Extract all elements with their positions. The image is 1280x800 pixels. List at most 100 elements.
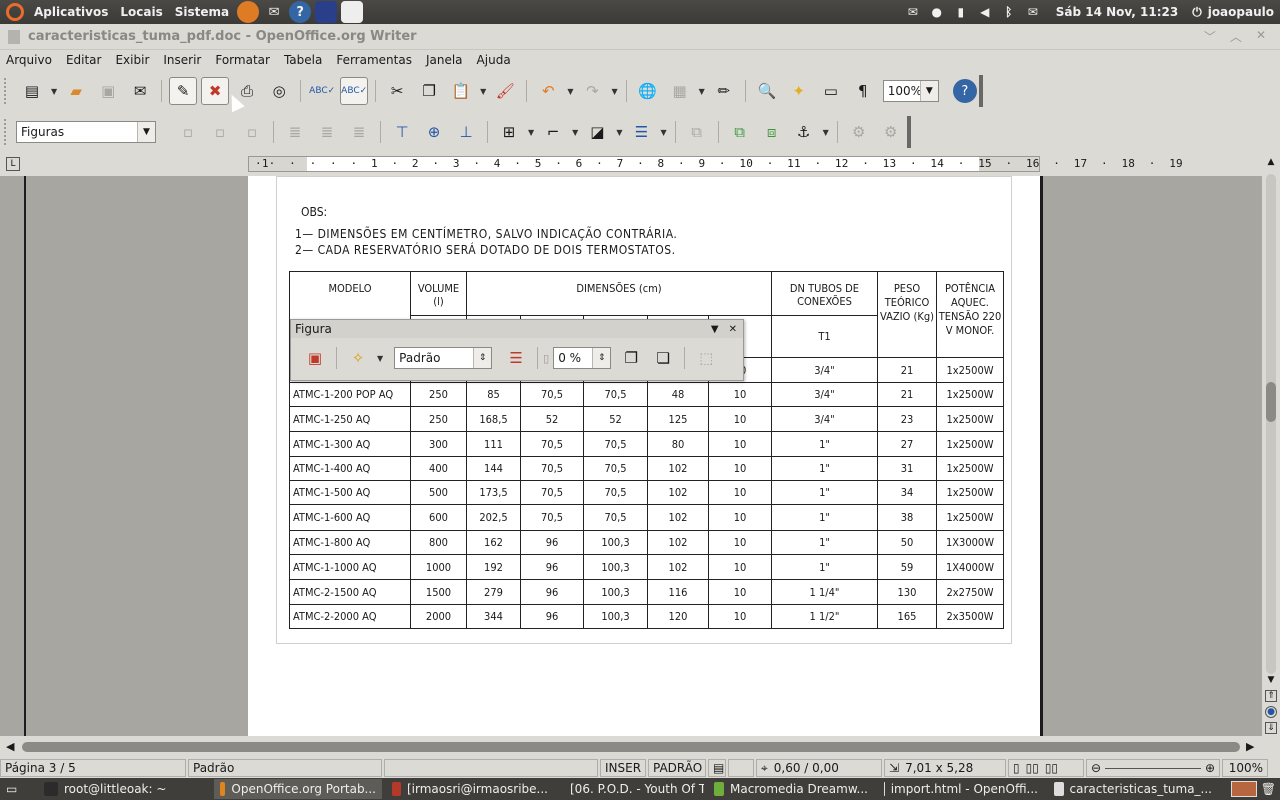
format-paintbrush-icon[interactable]: 🖌 bbox=[491, 77, 519, 105]
send-to-back-icon[interactable]: ⧈ bbox=[758, 118, 786, 146]
vertical-scrollbar[interactable]: ▲ ▼ ⇑ ● ⇓ bbox=[1262, 154, 1280, 736]
document-area[interactable]: OBS: 1— DIMENSÕES EM CENTÍMETRO, SALVO I… bbox=[0, 176, 1262, 736]
close-icon[interactable]: ✕ bbox=[1256, 28, 1266, 45]
status-selection-mode[interactable]: PADRÃO bbox=[648, 759, 706, 777]
taskbar-item[interactable]: root@littleoak: ~ bbox=[38, 779, 210, 799]
zoom-in-icon[interactable]: ⊕ bbox=[1205, 761, 1215, 775]
email-icon[interactable]: ✉ bbox=[126, 77, 154, 105]
menu-locais[interactable]: Locais bbox=[114, 5, 168, 19]
network-icon[interactable]: ▮ bbox=[952, 4, 970, 20]
zoom-combo[interactable]: 100% ▼ bbox=[882, 80, 939, 102]
anchor-dropdown-icon[interactable]: ▼ bbox=[823, 128, 829, 137]
chevron-down-icon[interactable]: ▼ bbox=[919, 81, 938, 101]
new-document-icon[interactable]: ▤ bbox=[18, 77, 46, 105]
menu-ajuda[interactable]: Ajuda bbox=[477, 53, 511, 67]
autospellcheck-icon[interactable]: ABC✓ bbox=[340, 77, 369, 105]
table-dropdown-icon[interactable]: ▼ bbox=[699, 87, 705, 96]
menu-ferramentas[interactable]: Ferramentas bbox=[336, 53, 412, 67]
wrap-through-icon[interactable]: ▫ bbox=[238, 118, 266, 146]
status-style[interactable]: Padrão bbox=[188, 759, 382, 777]
menu-aplicativos[interactable]: Aplicativos bbox=[28, 5, 114, 19]
graphics-filter-combo[interactable]: Padrão ⇕ bbox=[394, 347, 493, 369]
hyperlink-icon[interactable]: 🌐 bbox=[634, 77, 662, 105]
figura-toolbar[interactable]: Figura ▼ ✕ ▣ ✧ ▼ Padrão ⇕ ☰ ▯ 0 % ⇕ ❐ ❏ ⬚ bbox=[290, 319, 744, 381]
graphics-mode-dropdown-icon[interactable]: ▼ bbox=[377, 354, 383, 363]
figura-toolbar-titlebar[interactable]: Figura ▼ ✕ bbox=[291, 320, 743, 338]
minimize-icon[interactable]: ﹀ bbox=[1204, 28, 1216, 45]
menu-inserir[interactable]: Inserir bbox=[163, 53, 201, 67]
power-icon[interactable]: ⏻ bbox=[1192, 5, 1202, 20]
status-page[interactable]: Página 3 / 5 bbox=[0, 759, 186, 777]
spin-icon[interactable]: ⇕ bbox=[473, 348, 492, 368]
ubuntu-logo-icon[interactable] bbox=[6, 3, 24, 21]
frame-properties-icon[interactable]: ⚙ bbox=[877, 118, 905, 146]
toolbar-end-grip[interactable] bbox=[978, 75, 985, 107]
edit-file-icon[interactable]: ✎ bbox=[169, 77, 198, 105]
maximize-icon[interactable]: ︿ bbox=[1230, 28, 1242, 45]
show-desktop-icon[interactable]: ▭ bbox=[0, 779, 34, 799]
gallery-icon[interactable]: ▭ bbox=[817, 77, 845, 105]
graphics-mode-icon[interactable]: ✧ bbox=[344, 344, 372, 372]
scroll-thumb[interactable] bbox=[22, 742, 1240, 752]
cut-icon[interactable]: ✂ bbox=[383, 77, 411, 105]
menu-janela[interactable]: Janela bbox=[426, 53, 463, 67]
background-color-dropdown-icon[interactable]: ▼ bbox=[616, 128, 622, 137]
trash-icon[interactable]: 🗑 bbox=[1261, 782, 1276, 796]
figura-close-icon[interactable]: ✕ bbox=[729, 324, 737, 335]
transparency-spin[interactable]: 0 % ⇕ bbox=[553, 347, 612, 369]
scroll-trough[interactable] bbox=[1266, 174, 1276, 674]
redo-dropdown-icon[interactable]: ▼ bbox=[611, 87, 617, 96]
message-icon[interactable]: ✉ bbox=[904, 4, 922, 20]
username[interactable]: joaopaulo bbox=[1208, 5, 1274, 19]
border-style-icon[interactable]: ⌐ bbox=[539, 118, 567, 146]
mail-indicator-icon[interactable]: ✉ bbox=[1024, 4, 1042, 20]
two-page-view-icon[interactable]: ▯▯ bbox=[1026, 761, 1039, 775]
mail-icon[interactable]: ✉ bbox=[263, 1, 285, 23]
dreamweaver-icon[interactable] bbox=[341, 1, 364, 23]
scroll-left-icon[interactable]: ◀ bbox=[6, 740, 14, 753]
figura-menu-icon[interactable]: ▼ bbox=[711, 324, 719, 335]
menu-tabela[interactable]: Tabela bbox=[284, 53, 322, 67]
wrap-off-icon[interactable]: ▫ bbox=[174, 118, 202, 146]
copy-icon[interactable]: ❐ bbox=[415, 77, 443, 105]
align-right-icon[interactable]: ≣ bbox=[345, 118, 373, 146]
menu-arquivo[interactable]: Arquivo bbox=[6, 53, 52, 67]
scroll-down-icon[interactable]: ▼ bbox=[1265, 674, 1277, 686]
table-icon[interactable]: ▦ bbox=[666, 77, 694, 105]
save-icon[interactable]: ▣ bbox=[94, 77, 122, 105]
chevron-down-icon[interactable]: ▼ bbox=[137, 122, 155, 142]
image-filter-icon[interactable]: ▣ bbox=[301, 344, 329, 372]
single-page-view-icon[interactable]: ▯ bbox=[1013, 761, 1020, 775]
align-bottom-icon[interactable]: ⊥ bbox=[452, 118, 480, 146]
object-properties-icon[interactable]: ⚙ bbox=[845, 118, 873, 146]
user-status-icon[interactable]: ● bbox=[928, 4, 946, 20]
status-language[interactable] bbox=[384, 759, 598, 777]
link-frames-icon[interactable]: ⧉ bbox=[683, 118, 711, 146]
zoom-out-icon[interactable]: ⊖ bbox=[1091, 761, 1101, 775]
help-icon[interactable]: ? bbox=[289, 1, 312, 23]
volume-icon[interactable]: ◀ bbox=[976, 4, 994, 20]
find-replace-icon[interactable]: 🔍 bbox=[753, 77, 781, 105]
flip-horizontal-icon[interactable]: ❏ bbox=[649, 344, 677, 372]
taskbar-item[interactable]: caracteristicas_tuma_... bbox=[1048, 779, 1218, 799]
anchor-icon[interactable]: ⚓ bbox=[790, 118, 818, 146]
taskbar-item[interactable]: [06. P.O.D. - Youth Of T... bbox=[558, 779, 704, 799]
print-preview-icon[interactable]: ◎ bbox=[265, 77, 293, 105]
bring-to-front-icon[interactable]: ⧉ bbox=[726, 118, 754, 146]
new-dropdown-icon[interactable]: ▼ bbox=[51, 87, 57, 96]
menu-sistema[interactable]: Sistema bbox=[169, 5, 235, 19]
taskbar-item[interactable]: import.html - OpenOffi... bbox=[878, 779, 1044, 799]
book-view-icon[interactable]: ▯▯ bbox=[1045, 761, 1058, 775]
menu-editar[interactable]: Editar bbox=[66, 53, 102, 67]
open-icon[interactable]: ▰ bbox=[62, 77, 90, 105]
paste-icon[interactable]: 📋 bbox=[447, 77, 475, 105]
crop-icon[interactable]: ⬚ bbox=[692, 344, 720, 372]
workspace-switcher[interactable] bbox=[1230, 781, 1257, 797]
help-icon[interactable]: ? bbox=[952, 79, 977, 103]
spin-icon[interactable]: ⇕ bbox=[592, 348, 611, 368]
firefox-icon[interactable] bbox=[237, 1, 260, 23]
clock[interactable]: Sáb 14 Nov, 11:23 bbox=[1056, 5, 1178, 19]
borders-dropdown-icon[interactable]: ▼ bbox=[528, 128, 534, 137]
window-title-bar[interactable]: caracteristicas_tuma_pdf.doc - OpenOffic… bbox=[0, 24, 1280, 50]
zoom-slider[interactable]: ⊖ ⊕ bbox=[1086, 759, 1220, 777]
